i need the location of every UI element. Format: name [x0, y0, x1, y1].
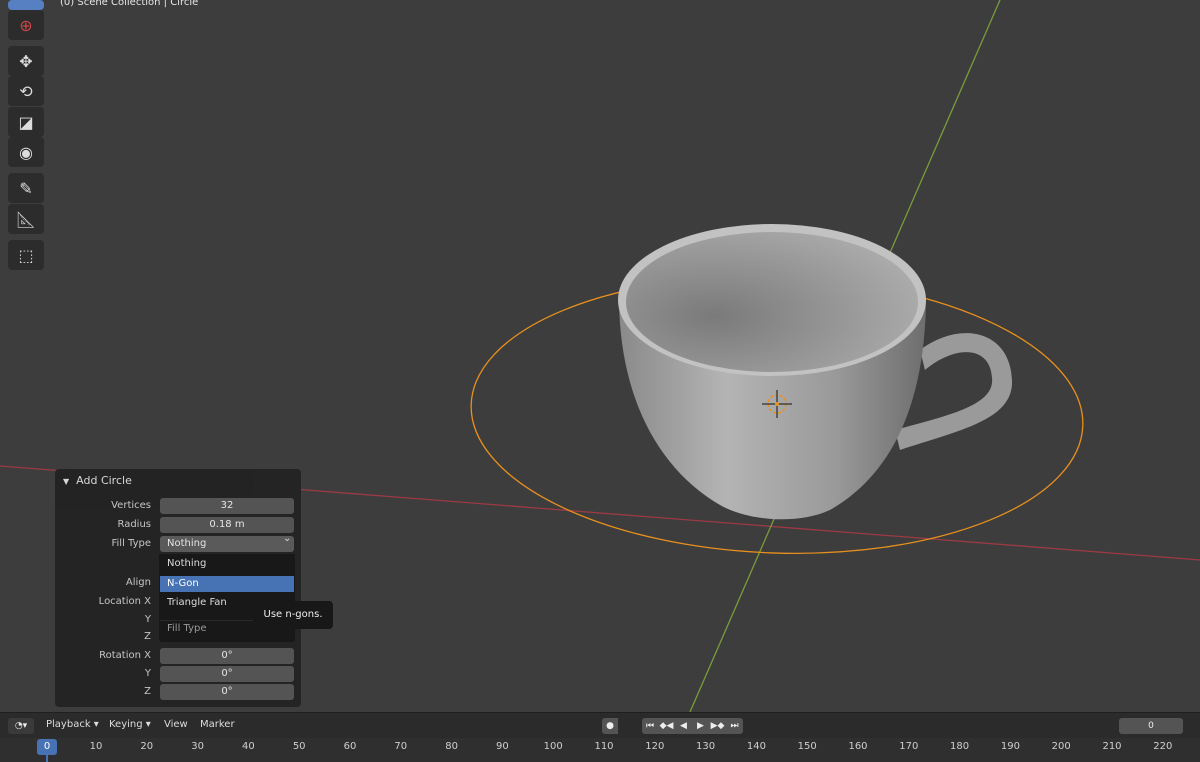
- measure-icon: 📐︎: [15, 209, 37, 229]
- menu-keying[interactable]: Keying ▾: [109, 719, 151, 730]
- panel-row: Vertices 32: [55, 498, 301, 515]
- next-keyframe-icon: ▶◆: [710, 721, 725, 731]
- scale-tool[interactable]: ◪: [8, 107, 44, 137]
- panel-row: Y 0°: [55, 666, 301, 683]
- menu-playback[interactable]: Playback ▾: [46, 719, 99, 730]
- frame-tick: 170: [899, 741, 919, 752]
- current-frame-field[interactable]: 0: [1119, 718, 1183, 734]
- value-field[interactable]: 0°: [160, 648, 294, 664]
- field-label: Z: [144, 686, 151, 697]
- field-label: Align: [125, 577, 151, 588]
- jump-end-button[interactable]: ⏭: [726, 718, 743, 734]
- panel-title-text: Add Circle: [76, 474, 132, 487]
- option-nothing[interactable]: Nothing: [160, 556, 294, 572]
- frame-tick: 10: [89, 741, 103, 752]
- value-field[interactable]: Nothing: [160, 536, 294, 552]
- annotate-icon: ✎: [19, 178, 33, 198]
- panel-title[interactable]: ▼ Add Circle: [63, 474, 132, 487]
- teacup-mesh[interactable]: [618, 224, 1013, 520]
- rotate-tool[interactable]: ⟲: [8, 76, 44, 106]
- 3d-viewport[interactable]: (0) Scene Collection | Circle ⊕ ✥ ⟲ ◪ ◉ …: [0, 0, 1200, 712]
- play-button[interactable]: ▶: [692, 718, 709, 734]
- frame-tick: 80: [445, 741, 458, 752]
- frame-tick: 220: [1153, 741, 1173, 752]
- timeline-header: ◔▾ Playback ▾ Keying ▾ View Marker ● ⏮ ◆…: [0, 712, 1200, 738]
- annotate-tool[interactable]: ✎: [8, 173, 44, 203]
- frame-tick: 30: [191, 741, 204, 752]
- jump-start-button[interactable]: ⏮: [642, 718, 658, 734]
- value-field[interactable]: 0°: [160, 666, 294, 682]
- option-n-gon[interactable]: N-Gon: [160, 576, 294, 592]
- prev-keyframe-icon: ◆◀: [659, 721, 674, 731]
- menu-marker[interactable]: Marker: [200, 719, 235, 730]
- frame-tick: 160: [848, 741, 868, 752]
- prev-keyframe-button[interactable]: ◆◀: [658, 718, 675, 734]
- field-label: Fill Type: [111, 538, 151, 549]
- frame-tick: 140: [746, 741, 766, 752]
- panel-row: Radius 0.18 m: [55, 517, 301, 534]
- editor-type-button[interactable]: ◔▾: [8, 718, 34, 734]
- measure-tool[interactable]: 📐︎: [8, 204, 44, 234]
- chevron-down-icon: ⌄: [283, 533, 292, 544]
- field-label: Radius: [117, 519, 151, 530]
- frame-tick: 40: [242, 741, 255, 752]
- menu-label: Keying: [109, 719, 143, 730]
- frame-tick: 50: [292, 741, 306, 752]
- timeline-ruler[interactable]: 10 20 30 40 50 60 70 80 90 100 110 120 130 140 150 160 1…: [0, 738, 1200, 762]
- add-cube-tool[interactable]: ⬚: [8, 240, 44, 270]
- select-box-tool[interactable]: [8, 0, 44, 10]
- frame-tick: 150: [797, 741, 817, 752]
- rotate-icon: ⟲: [19, 81, 33, 101]
- frame-tick: 60: [343, 741, 357, 752]
- tooltip: Use n-gons.: [253, 601, 333, 629]
- playhead[interactable]: [46, 754, 48, 762]
- menu-view[interactable]: View: [164, 719, 188, 730]
- value-field[interactable]: 0°: [160, 684, 294, 700]
- value-field[interactable]: 0.18 m: [160, 517, 294, 533]
- menu-label: Playback: [46, 719, 91, 730]
- play-icon: ▶: [697, 721, 704, 731]
- add-cube-icon: ⬚: [18, 245, 34, 265]
- field-label: Vertices: [111, 500, 151, 511]
- record-button[interactable]: ●: [602, 718, 618, 734]
- cursor-tool[interactable]: ⊕: [8, 10, 44, 40]
- frame-tick: 100: [543, 741, 563, 752]
- current-frame-indicator[interactable]: 0: [37, 739, 57, 755]
- value-field[interactable]: 32: [160, 498, 294, 514]
- frame-tick: 110: [594, 741, 614, 752]
- cursor-icon: ⊕: [19, 15, 33, 35]
- field-label: Z: [144, 631, 151, 642]
- frame-tick: 210: [1102, 741, 1122, 752]
- frame-tick: 130: [696, 741, 716, 752]
- panel-row: Rotation X 0°: [55, 648, 301, 665]
- frame-tick: 200: [1051, 741, 1071, 752]
- frame-tick: 20: [140, 741, 154, 752]
- field-label: Y: [144, 614, 151, 625]
- clock-icon: ◔▾: [14, 721, 28, 731]
- jump-end-icon: ⏭: [730, 721, 739, 731]
- panel-row: Z 0°: [55, 684, 301, 701]
- jump-start-icon: ⏮: [645, 721, 655, 731]
- play-reverse-button[interactable]: ◀: [675, 718, 692, 734]
- field-label: Location X: [98, 596, 151, 607]
- panel-row: Fill Type Nothing ⌄: [55, 533, 301, 553]
- field-label: Y: [144, 668, 151, 679]
- frame-tick: 90: [496, 741, 509, 752]
- frame-tick: 70: [394, 741, 408, 752]
- play-reverse-icon: ◀: [680, 721, 687, 731]
- scale-icon: ◪: [18, 112, 34, 132]
- viewport-info-text: (0) Scene Collection | Circle: [60, 0, 199, 8]
- transform-icon: ◉: [19, 142, 33, 162]
- field-label: Rotation X: [99, 650, 151, 661]
- record-icon: ●: [606, 721, 614, 731]
- move-tool[interactable]: ✥: [8, 46, 44, 76]
- frame-tick: 120: [645, 741, 665, 752]
- transform-tool[interactable]: ◉: [8, 137, 44, 167]
- frame-tick: 180: [950, 741, 970, 752]
- next-keyframe-button[interactable]: ▶◆: [709, 718, 726, 734]
- move-icon: ✥: [19, 51, 33, 71]
- collapse-triangle-icon: ▼: [63, 477, 70, 486]
- frame-tick: 190: [1000, 741, 1020, 752]
